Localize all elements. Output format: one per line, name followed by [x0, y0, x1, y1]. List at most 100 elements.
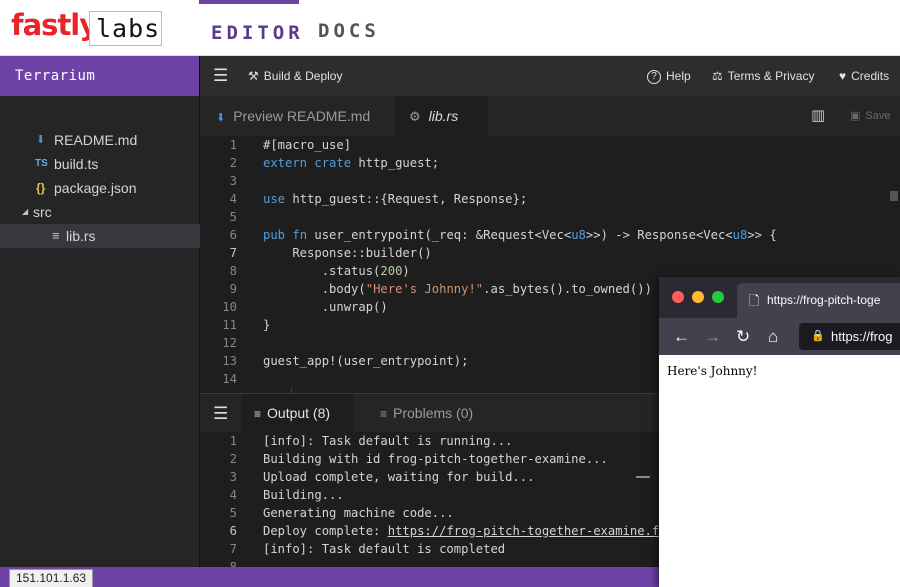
- tab-problems[interactable]: ≡ Problems (0): [370, 394, 500, 433]
- credits-label: Credits: [851, 69, 890, 83]
- code-line[interactable]: 6 pub fn user_entrypoint(_req: &Request<V…: [200, 226, 890, 244]
- tree-item-label: src: [33, 204, 52, 220]
- browser-tab-title: https://frog-pitch-toge: [767, 293, 881, 307]
- save-label: Save: [865, 110, 891, 122]
- lines-icon: ≡: [380, 407, 388, 421]
- build-deploy-button[interactable]: ⚒ Build & Deploy: [248, 56, 342, 96]
- tree-item-lib-rs[interactable]: ≡ lib.rs: [0, 224, 200, 248]
- tab-lib-rs[interactable]: ⚙ lib.rs: [395, 96, 488, 136]
- close-dot-icon[interactable]: [672, 291, 684, 303]
- address-bar[interactable]: 🔒 https://frog: [799, 323, 900, 350]
- file-tree: ⬇ README.md TS build.ts {} package.json …: [0, 128, 200, 248]
- zoom-dot-icon[interactable]: [712, 291, 724, 303]
- home-icon[interactable]: ⌂: [768, 318, 778, 355]
- line-number: 7: [229, 542, 237, 556]
- credits-button[interactable]: ♥ Credits: [839, 56, 889, 96]
- output-text: Building with id frog-pitch-together-exa…: [263, 452, 608, 466]
- browser-titlebar: 🗋 https://frog-pitch-toge: [659, 277, 900, 318]
- code-text: #[macro_use]: [263, 138, 352, 152]
- editor-tabs: ⬇ Preview README.md ⚙ lib.rs ▥ ▣ Save: [200, 96, 900, 136]
- minimize-dot-icon[interactable]: [692, 291, 704, 303]
- page-body-text: Here's Johnny!: [667, 364, 758, 378]
- tree-item-readme[interactable]: ⬇ README.md: [0, 128, 200, 152]
- code-line[interactable]: 2 extern crate http_guest;: [200, 154, 890, 172]
- line-number: 6: [229, 524, 237, 538]
- address-bar-url: https://frog: [831, 329, 893, 344]
- output-text: [info]: Task default is running...: [263, 434, 513, 448]
- code-line[interactable]: 1 #[macro_use]: [200, 136, 890, 154]
- heart-icon: ♥: [839, 69, 847, 83]
- code-text: pub fn user_entrypoint(_req: &Request<Ve…: [263, 228, 777, 242]
- code-text: .status(200): [263, 264, 410, 278]
- tree-item-label: build.ts: [54, 156, 99, 172]
- tree-item-label: lib.rs: [66, 228, 96, 244]
- code-line[interactable]: 3: [200, 172, 890, 190]
- line-number: 2: [229, 156, 237, 170]
- tree-item-build-ts[interactable]: TS build.ts: [0, 152, 200, 176]
- editor-toolbar: ☰ ⚒ Build & Deploy ? Help ⚖ Terms & Privacy…: [200, 56, 900, 96]
- line-number: 4: [229, 488, 237, 502]
- hammer-icon: ⚒: [248, 69, 259, 83]
- json-braces-icon: {}: [36, 181, 46, 195]
- download-icon: ⬇: [216, 112, 226, 124]
- forward-arrow-icon[interactable]: →: [704, 318, 721, 355]
- terms-label: Terms & Privacy: [727, 69, 815, 83]
- code-line[interactable]: 7 Response::builder(): [200, 244, 890, 262]
- code-line[interactable]: 4 use http_guest::{Request, Response};: [200, 190, 890, 208]
- tree-item-package-json[interactable]: {} package.json: [0, 176, 200, 200]
- output-text: Upload complete, waiting for build...: [263, 470, 535, 484]
- output-text: Generating machine code...: [263, 506, 454, 520]
- line-number: 10: [222, 300, 237, 314]
- code-text: extern crate http_guest;: [263, 156, 440, 170]
- download-icon: ⬇: [36, 134, 46, 146]
- nav-docs-tab[interactable]: DOCS: [318, 0, 388, 56]
- panel-menu-icon[interactable]: ☰: [213, 394, 228, 433]
- line-number: 13: [222, 354, 237, 368]
- scales-icon: ⚖: [712, 69, 723, 83]
- file-explorer-sidebar: Terrarium ⬇ README.md TS build.ts {} pac…: [0, 56, 200, 587]
- page-icon: 🗋: [749, 293, 760, 308]
- typescript-icon: TS: [35, 158, 48, 169]
- build-deploy-label: Build & Deploy: [263, 69, 343, 83]
- browser-tab[interactable]: 🗋 https://frog-pitch-toge: [737, 283, 900, 318]
- output-text: [info]: Task default is completed: [263, 542, 506, 556]
- menu-hamburger-icon[interactable]: ☰: [213, 56, 228, 96]
- tab-label: lib.rs: [428, 108, 459, 124]
- output-text: Deploy complete: https://frog-pitch-toge…: [263, 524, 660, 538]
- tab-preview-readme[interactable]: ⬇ Preview README.md: [200, 96, 395, 136]
- line-number: 11: [222, 318, 237, 332]
- reload-icon[interactable]: ↻: [736, 318, 750, 355]
- tree-item-label: README.md: [54, 132, 138, 148]
- output-text: Building...: [263, 488, 344, 502]
- tree-item-label: package.json: [54, 180, 137, 196]
- line-number: 9: [229, 282, 237, 296]
- line-number: 2: [229, 452, 237, 466]
- line-number: 5: [229, 210, 237, 224]
- labs-logo[interactable]: labs: [89, 11, 162, 46]
- help-label: Help: [666, 69, 691, 83]
- line-number: 7: [229, 246, 237, 260]
- scroll-marker: [636, 476, 650, 478]
- question-circle-icon: ?: [647, 69, 661, 84]
- split-preview-icon[interactable]: ▥: [811, 96, 831, 136]
- lines-icon: ≡: [254, 407, 262, 421]
- code-line[interactable]: 5: [200, 208, 890, 226]
- nav-editor-tab[interactable]: EDITOR: [199, 0, 300, 56]
- help-button[interactable]: ? Help: [647, 56, 691, 96]
- save-icon: ▣: [850, 110, 861, 122]
- browser-window[interactable]: 🗋 https://frog-pitch-toge ← → ↻ ⌂ 🔒 http…: [659, 277, 900, 587]
- file-lines-icon: ≡: [52, 228, 60, 243]
- folder-caret-icon[interactable]: ◢: [22, 200, 28, 224]
- tab-output[interactable]: ≡ Output (8): [242, 394, 354, 433]
- terms-privacy-button[interactable]: ⚖ Terms & Privacy: [712, 56, 814, 96]
- deploy-url-link[interactable]: https://frog-pitch-together-examine.f: [388, 524, 660, 538]
- code-text: use http_guest::{Request, Response};: [263, 192, 528, 206]
- tree-item-src-folder[interactable]: ◢ src: [0, 200, 200, 224]
- save-button[interactable]: ▣ Save: [850, 96, 900, 136]
- output-tab-label: Output (8): [267, 405, 331, 421]
- back-arrow-icon[interactable]: ←: [673, 318, 690, 355]
- app-root: fastly labs EDITOR DOCS Terrarium ⬇ READ…: [0, 0, 900, 587]
- line-number: 12: [222, 336, 237, 350]
- line-number: 1: [229, 138, 237, 152]
- fastly-logo[interactable]: fastly: [11, 8, 98, 42]
